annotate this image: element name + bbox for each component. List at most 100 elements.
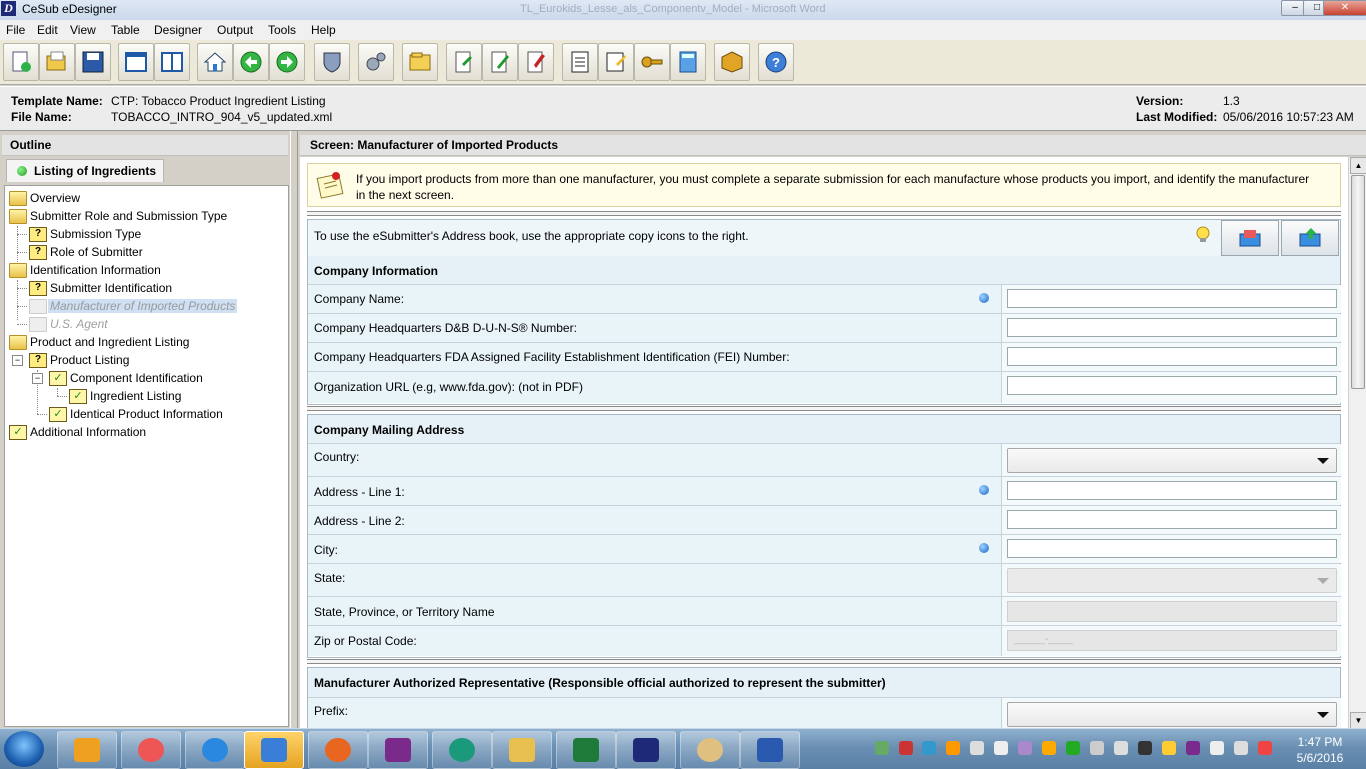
taskbar-outlook[interactable] (57, 731, 117, 769)
screen-title: Screen: Manufacturer of Imported Product… (310, 138, 559, 152)
onenote-tray-icon[interactable] (1186, 741, 1200, 755)
copy-from-address-book-button[interactable] (1281, 220, 1339, 256)
validate-button[interactable] (518, 43, 554, 81)
tray-icon[interactable] (946, 741, 960, 755)
tray-icon[interactable] (1042, 741, 1056, 755)
key-button[interactable] (634, 43, 670, 81)
collapse-toggle-icon[interactable]: − (12, 355, 23, 366)
menu-view[interactable]: View (70, 23, 96, 37)
report-button[interactable] (562, 43, 598, 81)
representative-header-row: Manufacturer Authorized Representative (… (308, 668, 1340, 698)
province-input[interactable] (1007, 601, 1337, 622)
taskbar-excel[interactable] (556, 731, 616, 769)
scroll-up-icon[interactable]: ▲ (1350, 157, 1366, 174)
help-button[interactable]: ? (758, 43, 794, 81)
folder-icon (29, 299, 47, 314)
taskbar-file-explorer[interactable] (492, 731, 552, 769)
taskbar-firefox[interactable] (308, 731, 368, 769)
state-select[interactable] (1007, 568, 1337, 593)
network-icon[interactable] (1234, 741, 1248, 755)
address-book-hint: To use the eSubmitter's Address book, us… (314, 229, 749, 243)
taskbar-edesigner[interactable] (616, 731, 676, 769)
print-preview-button[interactable] (598, 43, 634, 81)
taskbar-paint[interactable] (680, 731, 740, 769)
vertical-scrollbar[interactable]: ▲ ▼ (1349, 157, 1366, 729)
menu-tools[interactable]: Tools (268, 23, 296, 37)
scroll-thumb[interactable] (1351, 175, 1365, 389)
settings-button[interactable] (358, 43, 394, 81)
volume-icon[interactable] (1258, 741, 1272, 755)
file-name-label: File Name: (11, 110, 72, 124)
address-line-1-input[interactable] (1007, 481, 1337, 500)
panel-icon (161, 52, 183, 72)
panel-button[interactable] (154, 43, 190, 81)
screen-header: Screen: Manufacturer of Imported Product… (300, 135, 1366, 156)
menu-designer[interactable]: Designer (154, 23, 202, 37)
tree-item-label: Additional Information (30, 425, 147, 439)
start-button[interactable] (4, 731, 44, 767)
open-button[interactable] (39, 43, 75, 81)
menu-table[interactable]: Table (111, 23, 140, 37)
menu-file[interactable]: File (6, 23, 25, 37)
prefix-select[interactable] (1007, 702, 1337, 727)
country-select[interactable] (1007, 448, 1337, 473)
company-name-input[interactable] (1007, 289, 1337, 308)
window-icon (125, 52, 147, 72)
folder-icon (409, 52, 431, 71)
home-button[interactable] (197, 43, 233, 81)
tray-icon[interactable] (875, 741, 889, 755)
taskbar-word[interactable] (740, 731, 800, 769)
tray-icon[interactable] (1138, 741, 1152, 755)
fei-number-input[interactable] (1007, 347, 1337, 366)
system-clock[interactable]: 1:47 PM 5/6/2016 (1290, 734, 1350, 766)
forward-button[interactable] (269, 43, 305, 81)
city-input[interactable] (1007, 539, 1337, 558)
menu-edit[interactable]: Edit (37, 23, 58, 37)
tray-icon[interactable] (1114, 741, 1128, 755)
taskbar-remote-desktop[interactable] (244, 731, 304, 769)
zip-code-input[interactable]: _____-____ (1007, 630, 1337, 651)
taskbar-internet-explorer[interactable] (185, 731, 245, 769)
window-button[interactable] (118, 43, 154, 81)
snipping-tool-icon (138, 738, 164, 762)
taskbar-browser[interactable] (432, 731, 492, 769)
field-label: Address - Line 2: (314, 514, 405, 528)
tab-listing-of-ingredients[interactable]: Listing of Ingredients (6, 159, 164, 182)
lock-icon[interactable] (1162, 741, 1176, 755)
tray-icon[interactable] (1018, 741, 1032, 755)
tree-item-label: Product Listing (50, 353, 130, 367)
new-document-button[interactable] (3, 43, 39, 81)
tray-icon[interactable] (994, 741, 1008, 755)
last-modified-label: Last Modified: (1136, 110, 1218, 124)
toolbar: ? (0, 40, 1366, 85)
scroll-down-icon[interactable]: ▼ (1350, 712, 1366, 729)
company-mailing-address-section: Company Mailing Address Country: Address… (307, 414, 1341, 658)
tray-icon[interactable] (899, 741, 913, 755)
collapse-toggle-icon[interactable]: − (32, 373, 43, 384)
duns-number-input[interactable] (1007, 318, 1337, 337)
export-button[interactable] (446, 43, 482, 81)
battery-icon[interactable] (1210, 741, 1224, 755)
tray-icon[interactable] (922, 741, 936, 755)
zip-code-row: Zip or Postal Code: _____-____ (308, 626, 1341, 656)
tray-icon[interactable] (1066, 741, 1080, 755)
edit-button[interactable] (482, 43, 518, 81)
organization-url-input[interactable] (1007, 376, 1337, 395)
menu-output[interactable]: Output (217, 23, 253, 37)
folder-button[interactable] (402, 43, 438, 81)
save-button[interactable] (75, 43, 111, 81)
calculator-button[interactable] (670, 43, 706, 81)
menu-help[interactable]: Help (311, 23, 336, 37)
tray-icon[interactable] (970, 741, 984, 755)
panel-splitter[interactable] (290, 131, 298, 728)
package-button[interactable] (714, 43, 750, 81)
taskbar-onenote[interactable] (368, 731, 428, 769)
tray-icon[interactable] (1090, 741, 1104, 755)
back-button[interactable] (233, 43, 269, 81)
shield-button[interactable] (314, 43, 350, 81)
address-line-2-input[interactable] (1007, 510, 1337, 529)
copy-to-address-book-button[interactable] (1221, 220, 1279, 256)
taskbar-snipping-tool[interactable] (121, 731, 181, 769)
checked-page-icon: ✓ (49, 407, 67, 422)
close-button[interactable]: ✕ (1323, 0, 1366, 16)
